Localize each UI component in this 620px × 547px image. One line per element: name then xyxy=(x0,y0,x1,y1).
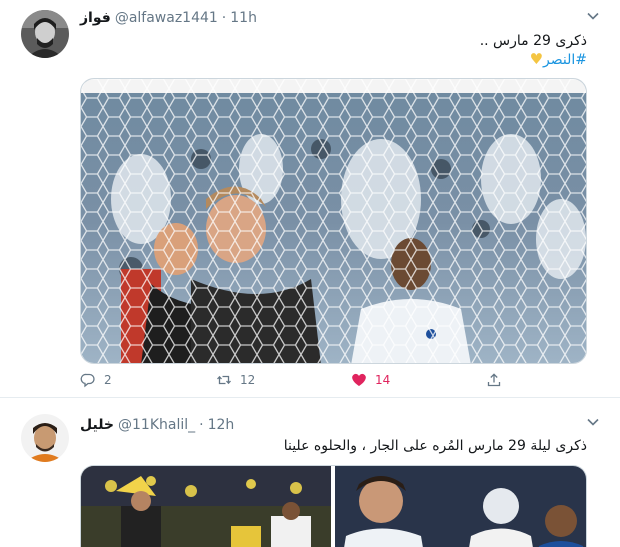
user-handle[interactable]: @alfawaz1441 xyxy=(115,10,218,26)
tweet-image[interactable] xyxy=(80,78,587,364)
yellow-heart-icon: ♥ xyxy=(529,50,544,68)
retweet-icon xyxy=(217,375,231,385)
like-button[interactable]: 14 xyxy=(351,372,390,388)
tweet-image-grid xyxy=(80,465,587,547)
avatar[interactable] xyxy=(21,10,69,58)
avatar[interactable] xyxy=(21,414,69,462)
chevron-down-icon[interactable] xyxy=(586,9,600,23)
timestamp[interactable]: 11h xyxy=(230,10,257,26)
hashtag-link[interactable]: #النصر xyxy=(543,52,587,68)
display-name[interactable]: فواز xyxy=(80,10,111,26)
chevron-down-icon[interactable] xyxy=(586,415,600,429)
tweet-text-line: #النصر♥ xyxy=(480,50,587,69)
reply-icon xyxy=(80,373,95,388)
user-handle[interactable]: @11Khalil_ xyxy=(118,417,195,433)
tweet-actions: 2 12 14 xyxy=(80,372,580,392)
tweet[interactable]: خليل @11Khalil_ · 12h ذكرى ليلة 29 مارس … xyxy=(0,399,620,547)
tweet-header: فواز @alfawaz1441 · 11h xyxy=(80,8,257,28)
heart-icon xyxy=(352,373,366,386)
tweet-image[interactable] xyxy=(81,466,331,547)
display-name[interactable]: خليل xyxy=(80,417,114,433)
like-count: 14 xyxy=(375,373,391,387)
tweet-header: خليل @11Khalil_ · 12h xyxy=(80,415,234,435)
reply-count: 2 xyxy=(104,373,112,387)
retweet-count: 12 xyxy=(240,373,256,387)
share-icon xyxy=(487,373,501,387)
separator-dot: · xyxy=(199,417,204,433)
tweet-image[interactable] xyxy=(335,466,587,547)
tweet-text: ذكرى ليلة 29 مارس المُره على الجار ، وال… xyxy=(284,437,587,455)
tweet-text: ذكرى 29 مارس .. #النصر♥ xyxy=(480,32,587,69)
share-button[interactable] xyxy=(486,372,510,388)
tweet-text-line: ذكرى ليلة 29 مارس المُره على الجار ، وال… xyxy=(283,438,587,454)
separator-dot: · xyxy=(221,10,227,26)
tweet[interactable]: فواز @alfawaz1441 · 11h ذكرى 29 مارس .. … xyxy=(0,0,620,398)
tweet-text-line: ذكرى 29 مارس .. xyxy=(479,33,587,49)
retweet-button[interactable]: 12 xyxy=(216,372,255,388)
timestamp[interactable]: 12h xyxy=(208,417,235,433)
reply-button[interactable]: 2 xyxy=(80,372,112,388)
